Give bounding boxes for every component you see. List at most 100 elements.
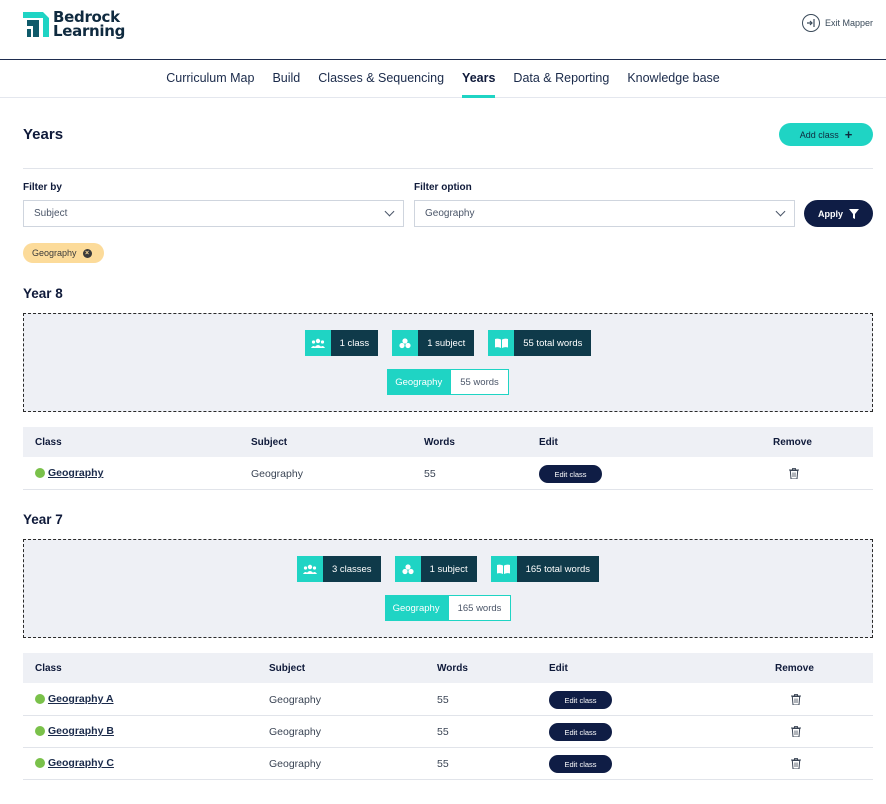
class-link[interactable]: Geography A [35,693,114,705]
year-summary: 1 class 1 subject 55 total words Geograp… [23,313,873,412]
subject-words-tag: 55 words [450,369,509,395]
book-icon [490,556,517,582]
row-subject: Geography [269,726,321,738]
class-name: Geography [48,467,104,479]
col-subject: Subject [269,663,306,674]
subject-breakdown: Geography 55 words [24,369,872,395]
year-summary: 3 classes 1 subject 165 total words Geog… [23,539,873,638]
subject-name-tag: Geography [384,595,448,621]
word-count: 55 total words [514,330,592,356]
col-words: Words [424,437,455,448]
word-count-stat: 165 total words [490,556,600,582]
filter-option-label: Filter option [414,182,472,193]
col-class: Class [35,437,62,448]
class-link[interactable]: Geography [35,467,103,479]
exit-mapper-button[interactable]: Exit Mapper [801,14,873,32]
col-edit: Edit [549,663,568,674]
trash-icon[interactable] [791,694,801,705]
book-icon [488,330,515,356]
subjects-icon [392,330,419,356]
col-subject: Subject [251,437,288,448]
nav-years[interactable]: Years [453,60,504,98]
edit-class-button[interactable]: Edit class [549,755,612,773]
subject-count: 1 subject [420,556,477,582]
trash-icon[interactable] [789,468,799,479]
divider [23,168,873,169]
word-count: 165 total words [516,556,600,582]
row-subject: Geography [251,468,303,480]
add-class-label: Add class [799,129,839,140]
app-header: Bedrock Learning Exit Mapper [0,0,886,60]
table-row: Geography C Geography 55 Edit class [23,748,873,780]
nav-build[interactable]: Build [263,60,309,98]
logo-text: Bedrock Learning [53,10,126,40]
col-edit: Edit [539,437,558,448]
table-header: Class Subject Words Edit Remove [23,427,873,457]
col-class: Class [35,663,62,674]
subjects-icon [394,556,421,582]
nav-classes-sequencing[interactable]: Classes & Sequencing [309,60,453,98]
status-dot [35,694,45,704]
year-stats: 3 classes 1 subject 165 total words [24,556,872,582]
word-count-stat: 55 total words [488,330,592,356]
subject-words-tag: 165 words [447,595,512,621]
active-filter-chip: Geography × [23,243,104,263]
page-title: Years [23,126,64,143]
users-icon [304,330,331,356]
class-name: Geography A [48,693,114,705]
logo-line-2: Learning [53,22,126,40]
nav-knowledge-base[interactable]: Knowledge base [618,60,728,98]
class-link[interactable]: Geography C [35,757,114,769]
year-title: Year 8 [23,286,63,301]
col-words: Words [437,663,468,674]
apply-label: Apply [817,208,843,219]
table-row: Geography B Geography 55 Edit class [23,716,873,748]
table-row: Geography A Geography 55 Edit class [23,684,873,716]
edit-class-button[interactable]: Edit class [549,691,612,709]
chevron-down-icon [384,206,395,217]
class-count: 3 classes [322,556,381,582]
edit-class-button[interactable]: Edit class [539,465,602,483]
bedrock-logo-icon [23,12,49,37]
class-count: 1 class [330,330,379,356]
status-dot [35,468,45,478]
trash-icon[interactable] [791,726,801,737]
filter-by-value: Subject [34,208,68,219]
subject-breakdown: Geography 165 words [24,595,872,621]
subject-count: 1 subject [418,330,475,356]
nav-data-reporting[interactable]: Data & Reporting [504,60,618,98]
class-count-stat: 1 class [304,330,379,356]
plus-icon: + [844,126,853,142]
year-title: Year 7 [23,512,63,527]
class-link[interactable]: Geography B [35,725,114,737]
row-words: 55 [437,726,449,738]
apply-button[interactable]: Apply [804,200,873,227]
table-header: Class Subject Words Edit Remove [23,653,873,683]
class-count-stat: 3 classes [296,556,381,582]
exit-mapper-label: Exit Mapper [824,18,873,28]
col-remove: Remove [775,663,814,674]
subject-count-stat: 1 subject [392,330,475,356]
class-name: Geography B [48,725,114,737]
edit-class-button[interactable]: Edit class [549,723,612,741]
row-words: 55 [437,694,449,706]
status-dot [35,758,45,768]
filter-icon [849,208,859,219]
row-words: 55 [437,758,449,770]
close-circle-icon[interactable]: × [82,248,92,258]
trash-icon[interactable] [791,758,801,769]
nav-curriculum-map[interactable]: Curriculum Map [157,60,263,98]
class-name: Geography C [48,757,114,769]
chevron-down-icon [775,206,786,217]
main-nav: Curriculum Map Build Classes & Sequencin… [0,60,886,98]
subject-count-stat: 1 subject [394,556,477,582]
chip-label: Geography [32,248,77,258]
row-subject: Geography [269,694,321,706]
logo[interactable]: Bedrock Learning [23,10,126,40]
filter-option-select[interactable]: Geography [414,200,795,227]
status-dot [35,726,45,736]
add-class-button[interactable]: Add class + [779,123,873,146]
users-icon [296,556,323,582]
filter-by-select[interactable]: Subject [23,200,404,227]
exit-icon [801,14,820,32]
